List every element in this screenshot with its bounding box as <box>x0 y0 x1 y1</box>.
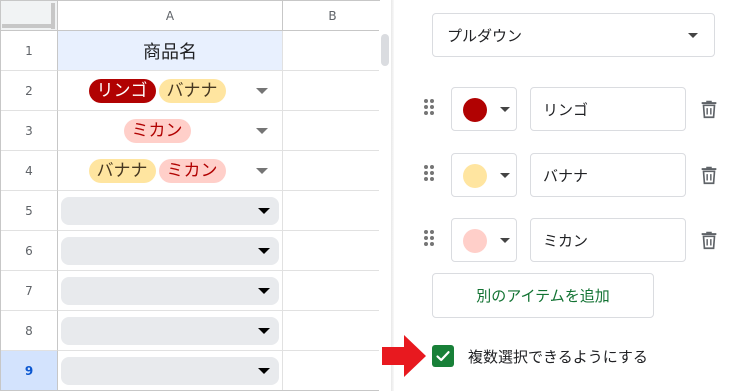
cell-b1[interactable] <box>283 31 380 71</box>
dropdown-arrow-icon[interactable] <box>258 288 270 294</box>
chip-group: ミカン <box>62 111 252 150</box>
trash-icon[interactable] <box>698 98 720 120</box>
column-header-b[interactable]: B <box>283 1 380 31</box>
cell-b4[interactable] <box>283 151 380 191</box>
cell-a3[interactable]: ミカン <box>58 111 283 151</box>
cell-a5[interactable] <box>58 191 283 231</box>
dropdown-style-select[interactable]: プルダウン <box>432 13 715 57</box>
color-swatch <box>463 164 487 188</box>
color-swatch <box>463 229 487 253</box>
cell-a4[interactable]: バナナ ミカン <box>58 151 283 191</box>
dropdown-rules-panel: プルダウン 別のアイテムを追加 複数選択できるようにする <box>394 0 746 391</box>
dropdown-arrow-icon[interactable] <box>256 88 268 94</box>
drag-handle-icon[interactable] <box>424 230 436 250</box>
item-color-picker[interactable] <box>451 87 517 131</box>
add-item-button[interactable]: 別のアイテムを追加 <box>432 273 654 318</box>
row-header-8[interactable]: 8 <box>1 311 58 351</box>
row-header-5[interactable]: 5 <box>1 191 58 231</box>
dropdown-item-row <box>424 218 744 262</box>
cell-a6[interactable] <box>58 231 283 271</box>
dropdown-arrow-icon[interactable] <box>258 368 270 374</box>
chip-group: バナナ ミカン <box>62 151 252 190</box>
cell-b7[interactable] <box>283 271 380 311</box>
dropdown-item-row <box>424 153 744 197</box>
empty-dropdown-chip[interactable] <box>61 237 279 265</box>
dropdown-item-row <box>424 87 744 131</box>
drag-handle-icon[interactable] <box>424 165 436 185</box>
row-header-6[interactable]: 6 <box>1 231 58 271</box>
chip-banana[interactable]: バナナ <box>158 78 226 103</box>
empty-dropdown-chip[interactable] <box>61 357 279 385</box>
check-icon <box>436 351 450 362</box>
row-header-9[interactable]: 9 <box>1 351 58 390</box>
dropdown-arrow-icon[interactable] <box>258 208 270 214</box>
row-header-7[interactable]: 7 <box>1 271 58 311</box>
cell-b8[interactable] <box>283 311 380 351</box>
dropdown-arrow-icon[interactable] <box>258 248 270 254</box>
item-color-picker[interactable] <box>451 153 517 197</box>
chevron-down-icon <box>500 173 510 178</box>
cell-b9[interactable] <box>283 351 380 390</box>
item-value-input[interactable] <box>530 153 686 197</box>
column-header-a[interactable]: A <box>58 1 283 31</box>
trash-icon[interactable] <box>698 164 720 186</box>
row-header-4[interactable]: 4 <box>1 151 58 191</box>
chip-group: リンゴ バナナ <box>62 71 252 110</box>
cell-b6[interactable] <box>283 231 380 271</box>
chip-mikan[interactable]: ミカン <box>158 158 226 183</box>
row-header-1[interactable]: 1 <box>1 31 58 71</box>
cell-a2[interactable]: リンゴ バナナ <box>58 71 283 111</box>
cell-a7[interactable] <box>58 271 283 311</box>
item-color-picker[interactable] <box>451 218 517 262</box>
cell-a9[interactable] <box>58 351 283 390</box>
red-arrow-icon <box>382 335 426 377</box>
select-all-corner[interactable] <box>1 1 58 31</box>
trash-icon[interactable] <box>698 229 720 251</box>
chevron-down-icon <box>500 107 510 112</box>
cell-b2[interactable] <box>283 71 380 111</box>
empty-dropdown-chip[interactable] <box>61 197 279 225</box>
scroll-thumb[interactable] <box>381 34 389 66</box>
empty-dropdown-chip[interactable] <box>61 317 279 345</box>
chip-apple[interactable]: リンゴ <box>88 78 156 103</box>
color-swatch <box>463 98 487 122</box>
chevron-down-icon <box>500 238 510 243</box>
cell-b3[interactable] <box>283 111 380 151</box>
multi-select-checkbox[interactable] <box>432 345 454 367</box>
drag-handle-icon[interactable] <box>424 99 436 119</box>
empty-dropdown-chip[interactable] <box>61 277 279 305</box>
dropdown-style-value: プルダウン <box>447 26 523 45</box>
chip-banana[interactable]: バナナ <box>88 158 156 183</box>
dropdown-arrow-icon[interactable] <box>256 128 268 134</box>
multi-select-option[interactable]: 複数選択できるようにする <box>432 344 648 368</box>
row-header-3[interactable]: 3 <box>1 111 58 151</box>
dropdown-arrow-icon[interactable] <box>258 328 270 334</box>
cell-a1[interactable]: 商品名 <box>58 31 283 71</box>
multi-select-label: 複数選択できるようにする <box>468 347 648 366</box>
dropdown-arrow-icon[interactable] <box>256 168 268 174</box>
cell-a8[interactable] <box>58 311 283 351</box>
item-value-input[interactable] <box>530 218 686 262</box>
chip-mikan[interactable]: ミカン <box>123 118 191 143</box>
spreadsheet-grid: A B 1 商品名 2 リンゴ バナナ 3 ミカン 4 バナナ ミカン 5 6 7 8 9 <box>0 0 380 391</box>
cell-b5[interactable] <box>283 191 380 231</box>
item-value-input[interactable] <box>530 87 686 131</box>
chevron-down-icon <box>688 33 698 38</box>
row-header-2[interactable]: 2 <box>1 71 58 111</box>
